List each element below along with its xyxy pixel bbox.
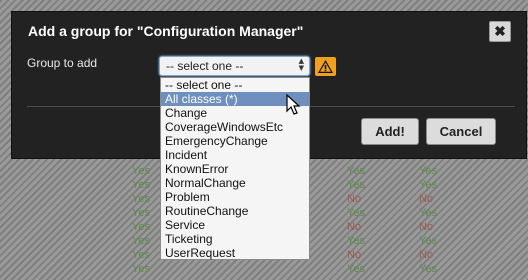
permission-cell: Yes — [132, 179, 150, 191]
permission-cell: Yes — [347, 207, 365, 219]
permission-cell: No — [347, 221, 362, 233]
permission-cell: No — [419, 221, 434, 233]
permission-cell: No — [347, 249, 362, 261]
cancel-button[interactable]: Cancel — [426, 118, 496, 145]
dropdown-option[interactable]: KnownError — [161, 162, 309, 176]
permission-cell: No — [347, 193, 362, 205]
permission-cell: No — [419, 249, 434, 261]
dropdown-option[interactable]: -- select one -- — [161, 78, 309, 92]
dropdown-option[interactable]: EmergencyChange — [161, 134, 309, 148]
dropdown-option[interactable]: Ticketing — [161, 232, 309, 246]
permission-cell: Yes — [132, 193, 150, 205]
permission-cell: Yes — [347, 179, 365, 191]
permission-cell: Yes — [347, 263, 365, 275]
permission-cell: Yes — [419, 263, 437, 275]
permission-cell: Yes — [132, 249, 150, 261]
permission-cell: Yes — [132, 263, 150, 275]
warning-triangle-icon — [315, 57, 336, 76]
permission-cell: Yes — [419, 179, 437, 191]
dropdown-option[interactable]: Problem — [161, 190, 309, 204]
dropdown-option[interactable]: RoutineChange — [161, 204, 309, 218]
dropdown-option[interactable]: UserRequest — [161, 246, 309, 260]
close-button[interactable]: ✖ — [489, 21, 511, 42]
group-select[interactable]: -- select one -- ▲ ▼ — [159, 56, 310, 76]
updown-arrows-icon: ▲ ▼ — [298, 57, 304, 72]
group-to-add-label: Group to add — [27, 56, 98, 70]
permission-cell: Yes — [132, 235, 150, 247]
group-select-value: -- select one -- — [166, 59, 244, 73]
mouse-pointer-icon — [286, 94, 301, 115]
dropdown-option[interactable]: Service — [161, 218, 309, 232]
permission-cell: No — [419, 193, 434, 205]
permission-cell: Yes — [419, 207, 437, 219]
permission-cell: Yes — [132, 165, 150, 177]
permission-cell: Yes — [419, 235, 437, 247]
dialog-title: Add a group for "Configuration Manager" — [28, 23, 304, 39]
permission-cell: Yes — [132, 207, 150, 219]
permission-cell: Yes — [347, 165, 365, 177]
add-button[interactable]: Add! — [361, 118, 419, 145]
permission-cell: Yes — [347, 235, 365, 247]
dropdown-option[interactable]: NormalChange — [161, 176, 309, 190]
permission-cell: Yes — [419, 165, 437, 177]
dropdown-option[interactable]: CoverageWindowsEtc — [161, 120, 309, 134]
dropdown-option[interactable]: Incident — [161, 148, 309, 162]
permission-cell: Yes — [132, 221, 150, 233]
